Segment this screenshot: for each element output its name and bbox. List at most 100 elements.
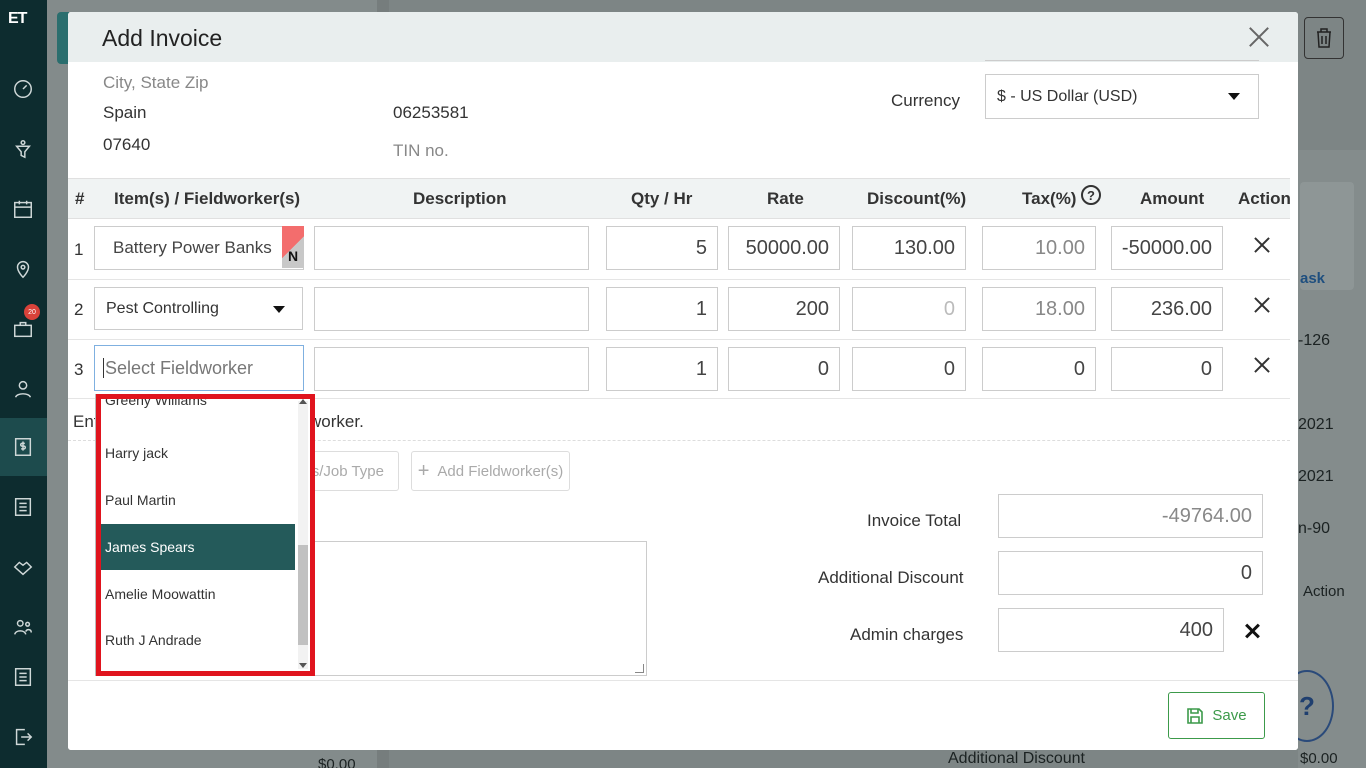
row-number: 3 bbox=[74, 360, 84, 379]
background-amount: $0.00 bbox=[1300, 750, 1338, 767]
address-country: Spain bbox=[103, 103, 147, 122]
background-text: 2021 bbox=[1298, 416, 1334, 433]
remove-row-icon[interactable] bbox=[1254, 297, 1270, 313]
currency-value: $ - US Dollar (USD) bbox=[997, 87, 1138, 105]
scroll-up-icon[interactable] bbox=[299, 399, 307, 404]
qty-field[interactable]: 1 bbox=[606, 347, 718, 391]
col-header-action: Action bbox=[1238, 189, 1291, 208]
background-logo-text: ask bbox=[1300, 270, 1326, 287]
scroll-down-icon[interactable] bbox=[299, 663, 307, 668]
background-amount: $0.00 bbox=[318, 756, 356, 768]
discount-field[interactable]: 0 bbox=[852, 287, 966, 331]
description-field[interactable] bbox=[314, 287, 589, 331]
col-header-tax: Tax(%) bbox=[1022, 189, 1077, 208]
background-text: n-90 bbox=[1298, 520, 1331, 537]
hint-text-suffix: worker. bbox=[309, 412, 364, 431]
currency-label: Currency bbox=[891, 91, 960, 110]
close-icon[interactable] bbox=[1248, 26, 1270, 48]
col-header-description: Description bbox=[413, 189, 507, 208]
text-cursor bbox=[103, 358, 104, 378]
additional-discount-field[interactable]: 0 bbox=[998, 551, 1263, 595]
remove-row-icon[interactable] bbox=[1254, 237, 1270, 253]
col-header-qty: Qty / Hr bbox=[631, 189, 693, 208]
amount-field: 0 bbox=[1111, 347, 1223, 391]
col-header-discount: Discount(%) bbox=[867, 189, 967, 208]
save-button[interactable]: Save bbox=[1168, 692, 1265, 739]
rate-field[interactable]: 0 bbox=[728, 347, 840, 391]
logout-icon[interactable] bbox=[10, 724, 36, 750]
discount-field[interactable]: 0 bbox=[852, 347, 966, 391]
notification-badge: 20 bbox=[24, 304, 40, 320]
row-divider bbox=[68, 339, 1290, 340]
description-field[interactable] bbox=[314, 347, 589, 391]
handshake-icon[interactable] bbox=[10, 554, 36, 580]
col-header-number: # bbox=[75, 189, 85, 208]
rate-field[interactable]: 50000.00 bbox=[728, 226, 840, 270]
list-icon[interactable] bbox=[10, 494, 36, 520]
rate-field[interactable]: 200 bbox=[728, 287, 840, 331]
tax-field[interactable]: 18.00 bbox=[982, 287, 1096, 331]
save-icon bbox=[1187, 707, 1204, 724]
team-icon[interactable] bbox=[10, 614, 36, 640]
trash-icon[interactable] bbox=[1304, 17, 1344, 59]
phone-number: 06253581 bbox=[393, 103, 469, 122]
dropdown-option[interactable]: Harry jack bbox=[101, 430, 295, 476]
remove-row-icon[interactable] bbox=[1254, 357, 1270, 373]
add-fieldworker-button[interactable]: + Add Fieldworker(s) bbox=[411, 451, 570, 491]
dropdown-option-selected[interactable]: James Spears bbox=[101, 524, 295, 570]
fieldworker-search-input[interactable]: Select Fieldworker bbox=[94, 345, 304, 391]
resize-handle-icon[interactable] bbox=[635, 664, 644, 673]
invoice-dollar-icon[interactable] bbox=[10, 434, 36, 460]
add-fieldworker-label: Add Fieldworker(s) bbox=[437, 462, 564, 480]
dashboard-icon[interactable] bbox=[10, 76, 36, 102]
item-value: Battery Power Banks bbox=[113, 238, 272, 257]
tax-help-icon[interactable]: ? bbox=[1081, 185, 1101, 205]
chevron-down-icon bbox=[1228, 93, 1240, 100]
item-field[interactable]: Battery Power Banks bbox=[94, 226, 304, 270]
remove-admin-charges-icon[interactable] bbox=[1245, 624, 1259, 638]
discount-field[interactable]: 130.00 bbox=[852, 226, 966, 270]
save-label: Save bbox=[1212, 707, 1247, 724]
dropdown-option[interactable]: Ruth J Andrade bbox=[101, 617, 295, 663]
funnel-icon[interactable] bbox=[10, 136, 36, 162]
amount-field: 236.00 bbox=[1111, 287, 1223, 331]
admin-charges-field[interactable]: 400 bbox=[998, 608, 1224, 652]
invoice-total-field: -49764.00 bbox=[998, 494, 1263, 538]
address-postal: 07640 bbox=[103, 135, 151, 154]
tax-field[interactable]: 0 bbox=[982, 347, 1096, 391]
amount-field: -50000.00 bbox=[1111, 226, 1223, 270]
user-icon[interactable] bbox=[10, 376, 36, 402]
table-header: # Item(s) / Fieldworker(s) Description Q… bbox=[68, 178, 1291, 219]
background-logo: ask bbox=[1300, 182, 1354, 290]
map-pin-icon[interactable] bbox=[10, 256, 36, 282]
notes-textarea[interactable] bbox=[305, 541, 647, 676]
row-number: 2 bbox=[74, 300, 84, 319]
currency-select[interactable]: $ - US Dollar (USD) bbox=[985, 74, 1259, 119]
background-additional-discount: Additional Discount bbox=[948, 750, 1085, 767]
row-number: 1 bbox=[74, 240, 84, 259]
modal-footer bbox=[68, 680, 1298, 750]
dropdown-option[interactable]: Amelie Moowattin bbox=[101, 571, 295, 617]
col-header-rate: Rate bbox=[767, 189, 804, 208]
currency-top-border bbox=[985, 60, 1259, 61]
sidebar: ET 20 bbox=[0, 0, 47, 768]
tax-field[interactable]: 10.00 bbox=[982, 226, 1096, 270]
tin-placeholder[interactable]: TIN no. bbox=[393, 141, 449, 161]
description-field[interactable] bbox=[314, 226, 589, 270]
dropdown-option[interactable]: Paul Martin bbox=[101, 477, 295, 523]
qty-field[interactable]: 1 bbox=[606, 287, 718, 331]
item-select[interactable]: Pest Controlling bbox=[94, 287, 303, 330]
plus-icon: + bbox=[417, 459, 430, 482]
item-value: Pest Controlling bbox=[106, 299, 219, 317]
calendar-icon[interactable] bbox=[10, 196, 36, 222]
modal-header: Add Invoice bbox=[68, 12, 1298, 62]
background-text: 2021 bbox=[1298, 468, 1334, 485]
dropdown-option[interactable]: Greeny Williams bbox=[101, 395, 295, 415]
qty-field[interactable]: 5 bbox=[606, 226, 718, 270]
row-divider bbox=[68, 279, 1290, 280]
scrollbar-thumb[interactable] bbox=[298, 545, 308, 645]
fieldworker-placeholder: Select Fieldworker bbox=[105, 357, 254, 378]
admin-charges-label: Admin charges bbox=[850, 625, 964, 644]
additional-discount-label: Additional Discount bbox=[818, 568, 964, 587]
settings-sliders-icon[interactable] bbox=[10, 664, 36, 690]
